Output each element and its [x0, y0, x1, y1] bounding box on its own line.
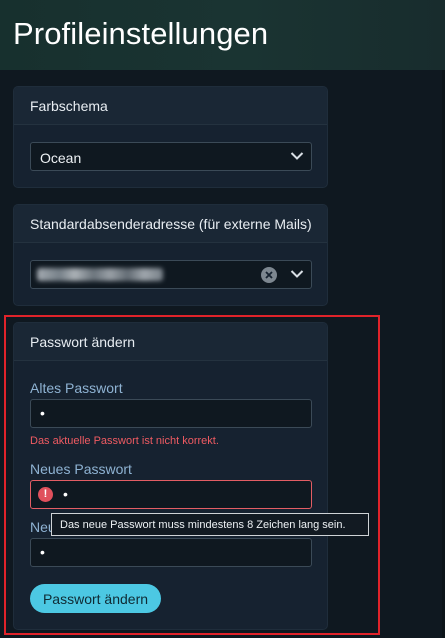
color-scheme-select[interactable]: Ocean	[30, 142, 312, 171]
chevron-down-icon[interactable]	[290, 151, 304, 161]
old-password-field[interactable]: •	[30, 399, 312, 428]
password-card-title: Passwort ändern	[14, 323, 327, 361]
color-scheme-value: Ocean	[40, 150, 82, 166]
password-card: Passwort ändern Altes Passwort • Das akt…	[13, 322, 328, 630]
old-password-value: •	[40, 405, 45, 421]
confirm-password-field[interactable]: •	[30, 538, 312, 567]
clear-icon[interactable]	[261, 267, 277, 283]
page-title: Profileinstellungen	[13, 16, 269, 51]
new-password-value: •	[63, 486, 68, 502]
new-password-label: Neues Passwort	[30, 461, 132, 477]
default-sender-card: Standardabsenderadresse (für externe Mai…	[13, 204, 328, 306]
default-sender-select[interactable]	[30, 260, 312, 289]
new-password-field[interactable]: ! •	[30, 480, 312, 509]
redacted-email-value	[37, 268, 163, 281]
old-password-error: Das aktuelle Passwort ist nicht korrekt.	[30, 435, 219, 447]
chevron-down-icon[interactable]	[290, 269, 304, 279]
color-scheme-title: Farbschema	[14, 87, 327, 125]
color-scheme-card: Farbschema Ocean	[13, 86, 328, 188]
page-header: Profileinstellungen	[0, 0, 445, 70]
default-sender-title: Standardabsenderadresse (für externe Mai…	[14, 205, 327, 243]
validation-tooltip: Das neue Passwort muss mindestens 8 Zeic…	[51, 513, 369, 536]
change-password-button[interactable]: Passwort ändern	[30, 584, 161, 613]
exclamation-circle-icon: !	[38, 487, 53, 502]
confirm-password-value: •	[40, 544, 45, 560]
old-password-label: Altes Passwort	[30, 380, 123, 396]
